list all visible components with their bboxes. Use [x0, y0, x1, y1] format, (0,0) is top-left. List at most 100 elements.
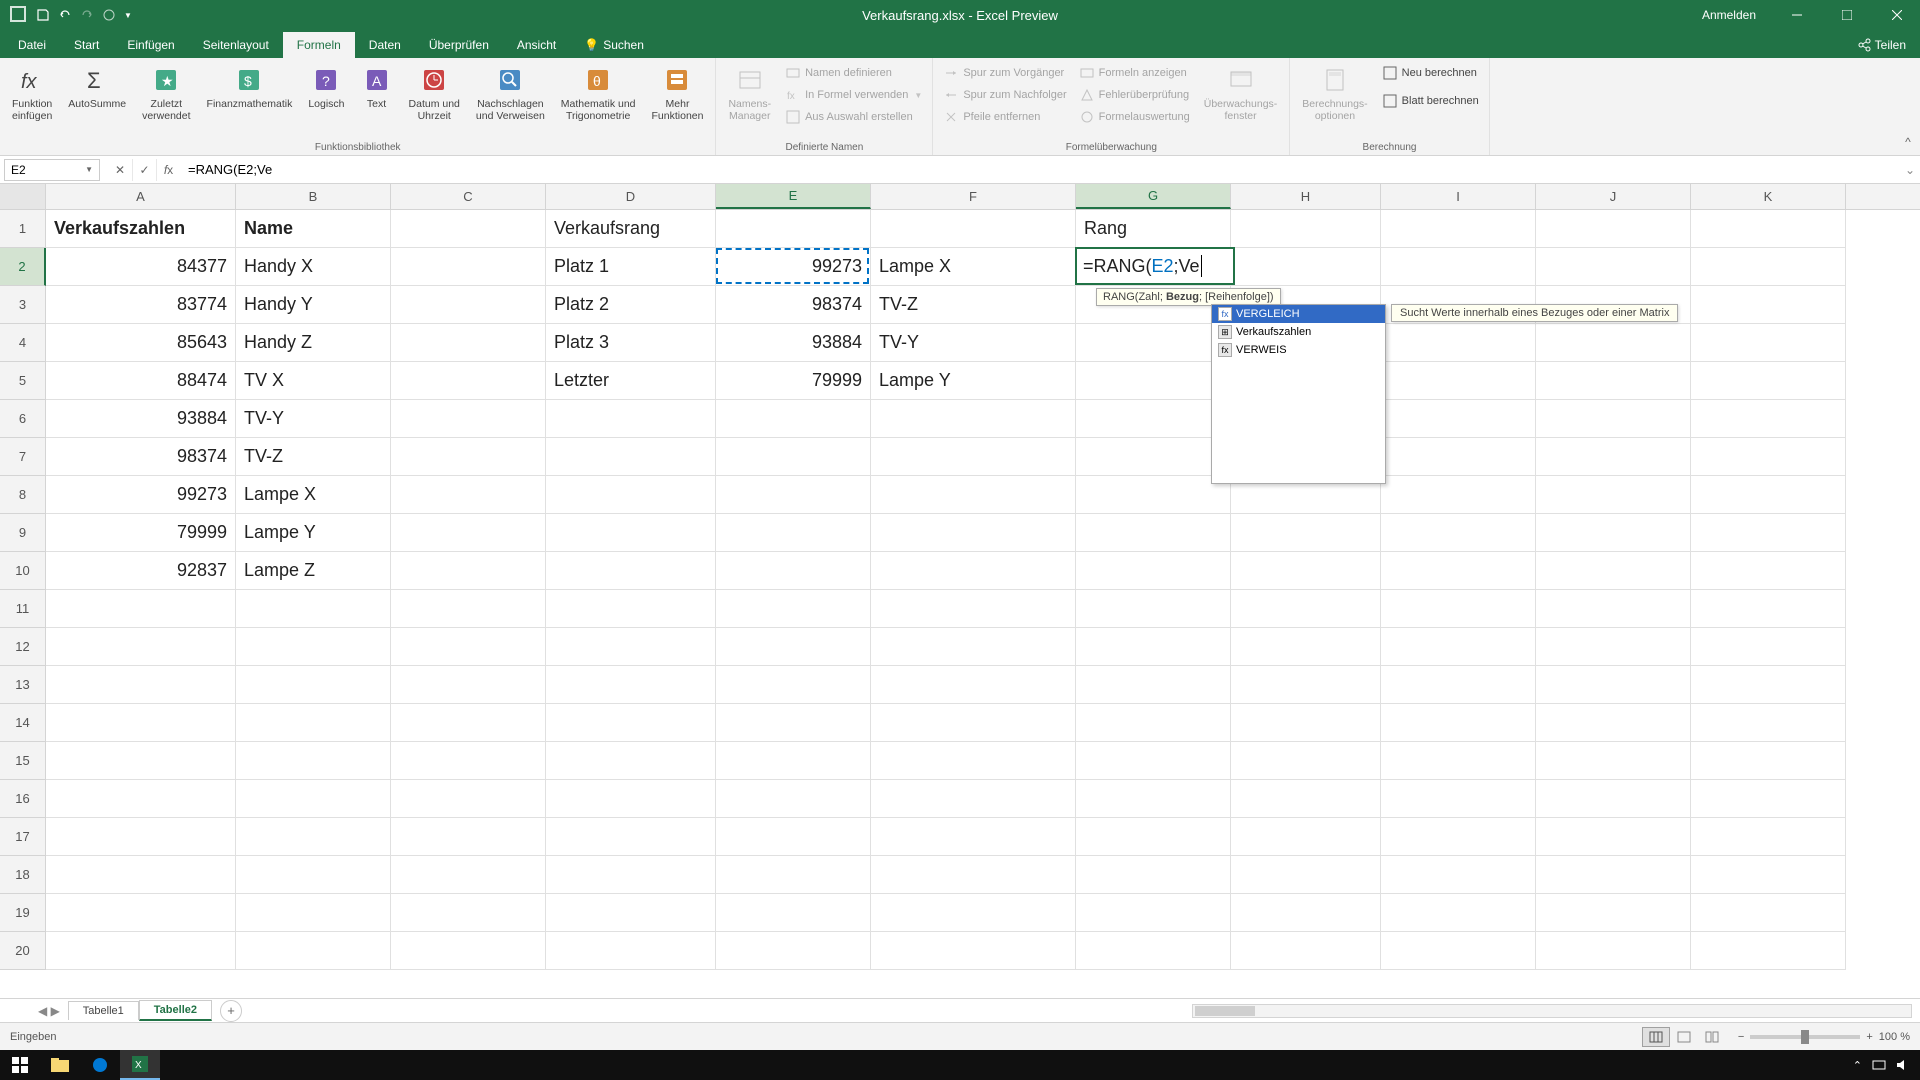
cell-B4[interactable]: Handy Z [236, 324, 391, 362]
cell-G11[interactable] [1076, 590, 1231, 628]
row-header-3[interactable]: 3 [0, 286, 45, 324]
cell-C2[interactable] [391, 248, 546, 286]
more-button[interactable]: MehrFunktionen [646, 62, 710, 124]
tray-volume-icon[interactable] [1896, 1059, 1910, 1071]
cell-K11[interactable] [1691, 590, 1846, 628]
cell-B20[interactable] [236, 932, 391, 970]
cell-G7[interactable] [1076, 438, 1231, 476]
cell-A1[interactable]: Verkaufszahlen [46, 210, 236, 248]
insert-function-button[interactable]: fxFunktioneinfügen [6, 62, 58, 124]
cell-A17[interactable] [46, 818, 236, 856]
cell-C13[interactable] [391, 666, 546, 704]
tray-network-icon[interactable] [1872, 1059, 1886, 1071]
cell-E14[interactable] [716, 704, 871, 742]
row-header-1[interactable]: 1 [0, 210, 45, 248]
start-button[interactable] [0, 1050, 40, 1080]
row-header-2[interactable]: 2 [0, 248, 46, 286]
cell-J8[interactable] [1536, 476, 1691, 514]
cell-G9[interactable] [1076, 514, 1231, 552]
cell-C8[interactable] [391, 476, 546, 514]
tab-daten[interactable]: Daten [355, 32, 415, 58]
cell-H11[interactable] [1231, 590, 1381, 628]
row-header-14[interactable]: 14 [0, 704, 45, 742]
cell-I11[interactable] [1381, 590, 1536, 628]
cell-J5[interactable] [1536, 362, 1691, 400]
cell-A2[interactable]: 84377 [46, 248, 236, 286]
cell-B8[interactable]: Lampe X [236, 476, 391, 514]
row-header-16[interactable]: 16 [0, 780, 45, 818]
cell-A8[interactable]: 99273 [46, 476, 236, 514]
cell-B13[interactable] [236, 666, 391, 704]
cell-K12[interactable] [1691, 628, 1846, 666]
row-header-5[interactable]: 5 [0, 362, 45, 400]
cell-H20[interactable] [1231, 932, 1381, 970]
row-header-13[interactable]: 13 [0, 666, 45, 704]
cell-E12[interactable] [716, 628, 871, 666]
cell-B19[interactable] [236, 894, 391, 932]
cell-A14[interactable] [46, 704, 236, 742]
cell-G1[interactable]: Rang [1076, 210, 1231, 248]
cell-D14[interactable] [546, 704, 716, 742]
qat-dropdown-icon[interactable]: ▼ [124, 11, 132, 20]
autocomplete-item-vergleich[interactable]: fxVERGLEICH [1212, 305, 1385, 323]
cell-A4[interactable]: 85643 [46, 324, 236, 362]
cell-B15[interactable] [236, 742, 391, 780]
cell-C6[interactable] [391, 400, 546, 438]
cell-C10[interactable] [391, 552, 546, 590]
edge-button[interactable] [80, 1050, 120, 1080]
cell-I10[interactable] [1381, 552, 1536, 590]
column-header-G[interactable]: G [1076, 184, 1231, 209]
tab-start[interactable]: Start [60, 32, 113, 58]
add-sheet-button[interactable]: + [220, 1000, 242, 1022]
cell-I16[interactable] [1381, 780, 1536, 818]
cell-H14[interactable] [1231, 704, 1381, 742]
close-button[interactable] [1874, 0, 1920, 30]
save-icon[interactable] [36, 8, 50, 22]
cell-D15[interactable] [546, 742, 716, 780]
autocomplete-dropdown[interactable]: fxVERGLEICH⊞VerkaufszahlenfxVERWEIS [1211, 304, 1386, 484]
editing-cell[interactable]: =RANG(E2;Ve [1075, 247, 1235, 285]
column-header-K[interactable]: K [1691, 184, 1846, 209]
cell-D4[interactable]: Platz 3 [546, 324, 716, 362]
cell-A10[interactable]: 92837 [46, 552, 236, 590]
signin-link[interactable]: Anmelden [1688, 8, 1770, 22]
zoom-in-button[interactable]: + [1866, 1031, 1872, 1043]
cell-D8[interactable] [546, 476, 716, 514]
cell-B9[interactable]: Lampe Y [236, 514, 391, 552]
row-header-10[interactable]: 10 [0, 552, 45, 590]
cell-B7[interactable]: TV-Z [236, 438, 391, 476]
cell-B18[interactable] [236, 856, 391, 894]
cell-G17[interactable] [1076, 818, 1231, 856]
cell-I2[interactable] [1381, 248, 1536, 286]
row-header-18[interactable]: 18 [0, 856, 45, 894]
tab-datei[interactable]: Datei [4, 32, 60, 58]
cell-E1[interactable] [716, 210, 871, 248]
cell-J4[interactable] [1536, 324, 1691, 362]
cell-I14[interactable] [1381, 704, 1536, 742]
cell-C15[interactable] [391, 742, 546, 780]
cell-F17[interactable] [871, 818, 1076, 856]
cell-G15[interactable] [1076, 742, 1231, 780]
column-header-E[interactable]: E [716, 184, 871, 209]
cell-J2[interactable] [1536, 248, 1691, 286]
cell-D6[interactable] [546, 400, 716, 438]
cell-F14[interactable] [871, 704, 1076, 742]
autocomplete-item-verweis[interactable]: fxVERWEIS [1212, 341, 1385, 359]
cell-C5[interactable] [391, 362, 546, 400]
cell-G4[interactable] [1076, 324, 1231, 362]
tab-formeln[interactable]: Formeln [283, 32, 355, 58]
cell-H12[interactable] [1231, 628, 1381, 666]
cell-K19[interactable] [1691, 894, 1846, 932]
cell-F6[interactable] [871, 400, 1076, 438]
cell-A9[interactable]: 79999 [46, 514, 236, 552]
sheet-tab-2[interactable]: Tabelle2 [139, 1000, 212, 1021]
cell-G12[interactable] [1076, 628, 1231, 666]
cell-C11[interactable] [391, 590, 546, 628]
cell-F4[interactable]: TV-Y [871, 324, 1076, 362]
cell-E19[interactable] [716, 894, 871, 932]
cell-D5[interactable]: Letzter [546, 362, 716, 400]
column-header-F[interactable]: F [871, 184, 1076, 209]
namebox-dropdown-icon[interactable]: ▼ [85, 165, 93, 174]
column-header-J[interactable]: J [1536, 184, 1691, 209]
text-button[interactable]: AText [355, 62, 399, 112]
